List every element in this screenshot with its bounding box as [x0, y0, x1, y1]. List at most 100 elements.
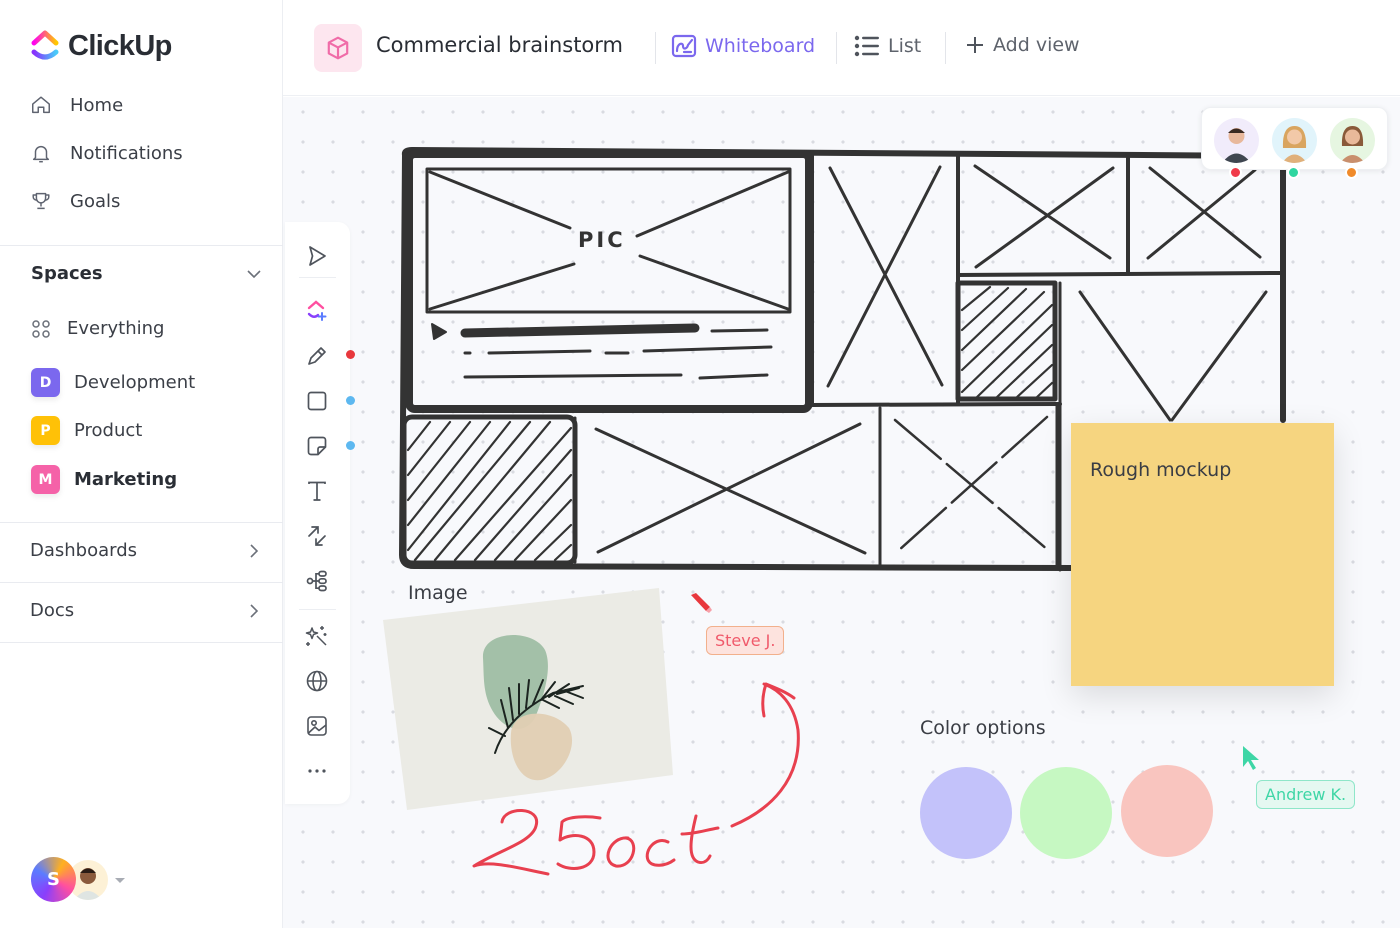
sidebar-divider — [0, 245, 283, 246]
tool-select[interactable] — [304, 243, 330, 269]
chevron-right-icon — [250, 543, 259, 558]
sidebar-divider — [0, 582, 283, 583]
section-dashboards-label: Dashboards — [30, 540, 138, 561]
tool-text[interactable] — [304, 478, 330, 504]
caret-down-icon[interactable] — [114, 875, 126, 885]
sticky-note[interactable]: Rough mockup — [1071, 423, 1334, 686]
color-swatch-coral[interactable] — [1121, 765, 1213, 857]
image-icon — [307, 716, 327, 736]
tool-pen[interactable] — [304, 343, 330, 369]
header-separator — [836, 32, 837, 64]
tool-ai-magic[interactable] — [304, 623, 330, 649]
space-development[interactable]: D Development — [31, 368, 195, 397]
section-dashboards[interactable]: Dashboards — [30, 540, 262, 561]
clickup-logo-icon — [31, 30, 59, 60]
sidebar-divider — [0, 642, 283, 643]
space-badge: D — [31, 368, 60, 397]
collaborator-avatar[interactable] — [1214, 118, 1259, 163]
tab-whiteboard[interactable]: Whiteboard — [671, 34, 815, 58]
clickup-logo[interactable]: ClickUp — [30, 28, 172, 64]
cursor-arrow-icon — [309, 246, 326, 266]
tool-rectangle[interactable] — [304, 388, 330, 414]
connector-arrows-icon — [308, 526, 326, 546]
nav-home[interactable]: Home — [30, 94, 123, 116]
section-docs[interactable]: Docs — [30, 600, 262, 621]
mind-map-icon — [306, 570, 327, 592]
space-development-label: Development — [74, 372, 196, 393]
color-swatch-lavender[interactable] — [920, 767, 1012, 859]
handwriting-annotation[interactable]: 25 oct — [460, 670, 820, 880]
rectangle-color-indicator — [346, 396, 355, 405]
spaces-header[interactable]: Spaces — [31, 263, 263, 284]
add-view-button[interactable]: Add view — [965, 34, 1080, 56]
nav-goals[interactable]: Goals — [30, 190, 120, 212]
nav-notifications-label: Notifications — [70, 142, 183, 164]
sticky-color-indicator — [346, 441, 355, 450]
nav-goals-label: Goals — [70, 190, 121, 212]
cursor-label-steve: Steve J. — [706, 626, 785, 655]
collaborator-avatar[interactable] — [1272, 118, 1317, 163]
list-icon — [854, 35, 879, 57]
plus-icon — [967, 37, 983, 53]
rectangle-icon — [307, 391, 327, 411]
text-icon — [308, 481, 326, 501]
globe-icon — [306, 670, 328, 692]
chevron-down-icon[interactable] — [245, 265, 263, 283]
add-view-label: Add view — [993, 34, 1080, 56]
nav-notifications[interactable]: Notifications — [30, 142, 183, 164]
tab-whiteboard-label: Whiteboard — [705, 35, 816, 57]
sidebar-divider — [0, 522, 283, 523]
project-icon[interactable] — [314, 24, 362, 72]
pencil-cursor-icon — [691, 593, 712, 613]
color-swatch-mint[interactable] — [1020, 767, 1112, 859]
tool-connector[interactable] — [304, 523, 330, 549]
person-icon — [1340, 126, 1365, 163]
space-everything[interactable]: Everything — [31, 318, 164, 339]
more-dots-icon — [308, 769, 326, 773]
tab-list[interactable]: List — [854, 34, 921, 58]
view-header: Commercial brainstorm Whiteboard List Ad… — [283, 0, 1400, 96]
workspace-avatar[interactable]: S — [31, 857, 76, 902]
whiteboard-toolbar — [285, 222, 350, 804]
cube-icon — [327, 36, 349, 60]
bell-icon — [32, 145, 50, 163]
toolbar-divider — [299, 277, 336, 278]
tool-image[interactable] — [304, 713, 330, 739]
header-separator — [945, 32, 946, 64]
clickup-add-icon — [307, 300, 327, 321]
tool-clickup-add[interactable] — [304, 297, 330, 323]
home-icon — [32, 96, 50, 114]
space-marketing[interactable]: M Marketing — [31, 465, 177, 494]
color-options-label: Color options — [920, 717, 1046, 739]
person-icon — [1282, 126, 1307, 163]
tool-embed-web[interactable] — [304, 668, 330, 694]
tool-sticky-note[interactable] — [304, 433, 330, 459]
pen-icon — [308, 347, 326, 365]
cursor-label-andrew: Andrew K. — [1256, 780, 1356, 809]
user-menu[interactable]: S — [31, 857, 126, 902]
grid-dots-icon — [32, 319, 50, 338]
space-product-label: Product — [74, 420, 143, 441]
toolbar-divider — [299, 609, 336, 610]
status-dot — [1287, 166, 1300, 179]
status-dot — [1345, 166, 1358, 179]
sidebar: ClickUp Home Notifications Goals Spaces … — [0, 0, 283, 928]
space-product[interactable]: P Product — [31, 416, 142, 445]
space-everything-label: Everything — [67, 318, 165, 339]
whiteboard-icon — [671, 34, 697, 58]
sticky-note-text[interactable]: Rough mockup — [1090, 459, 1231, 481]
tab-list-label: List — [888, 35, 922, 57]
sticky-note-icon — [307, 436, 327, 456]
app-name: ClickUp — [68, 29, 172, 62]
tool-mind-map[interactable] — [304, 568, 330, 594]
tool-more[interactable] — [304, 758, 330, 784]
space-badge: P — [31, 416, 60, 445]
collaborators-panel — [1201, 107, 1388, 179]
space-marketing-label: Marketing — [74, 469, 178, 490]
chevron-right-icon — [250, 603, 259, 618]
spaces-title: Spaces — [31, 263, 103, 284]
space-badge: M — [31, 465, 60, 494]
arrow-cursor-icon — [1243, 746, 1259, 770]
nav-home-label: Home — [70, 94, 124, 116]
collaborator-avatar[interactable] — [1330, 118, 1375, 163]
